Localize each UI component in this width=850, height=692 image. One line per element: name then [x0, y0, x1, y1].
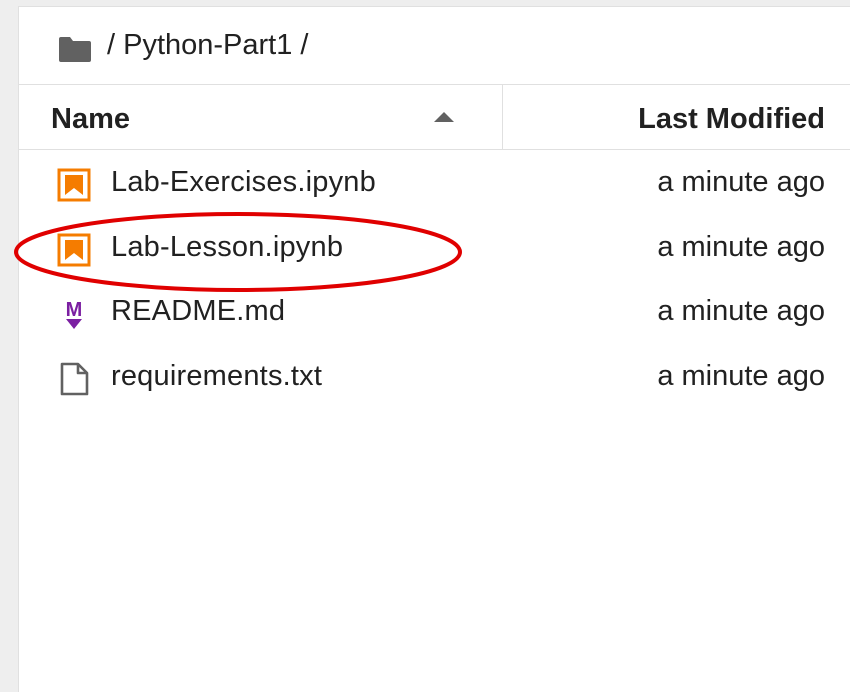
folder-icon[interactable] — [57, 35, 93, 63]
file-row-lab-exercises[interactable]: Lab-Exercises.ipynb a minute ago — [19, 151, 850, 216]
breadcrumb: / Python-Part1 / — [19, 7, 850, 85]
notebook-icon — [57, 233, 91, 266]
breadcrumb-path[interactable]: / Python-Part1 / — [107, 29, 309, 62]
column-header-last-modified[interactable]: Last Modified — [503, 85, 850, 149]
file-name: Lab-Exercises.ipynb — [111, 166, 376, 198]
file-list: Lab-Exercises.ipynb a minute ago Lab-Les… — [19, 151, 850, 409]
file-modified: a minute ago — [657, 295, 825, 327]
file-row-lab-lesson[interactable]: Lab-Lesson.ipynb a minute ago — [19, 216, 850, 281]
file-name: requirements.txt — [111, 359, 323, 392]
file-name: Lab-Lesson.ipynb — [111, 230, 344, 263]
notebook-icon — [57, 168, 91, 202]
svg-text:M: M — [66, 299, 83, 321]
file-row-requirements[interactable]: requirements.txt a minute ago — [19, 345, 850, 410]
column-header-last-modified-label: Last Modified — [638, 103, 825, 135]
column-header-name-label: Name — [51, 103, 130, 135]
file-browser-panel: / Python-Part1 / Name Last Modified Lab-… — [18, 6, 850, 692]
file-name: README.md — [111, 295, 286, 327]
sort-ascending-icon — [434, 112, 454, 122]
file-list-header: Name Last Modified — [19, 85, 850, 150]
file-modified: a minute ago — [657, 166, 825, 198]
file-modified: a minute ago — [657, 230, 825, 263]
file-modified: a minute ago — [657, 359, 825, 392]
file-icon — [60, 362, 89, 395]
file-row-readme[interactable]: M README.md a minute ago — [19, 280, 850, 345]
column-header-name[interactable]: Name — [19, 85, 503, 149]
markdown-icon: M — [66, 299, 83, 329]
